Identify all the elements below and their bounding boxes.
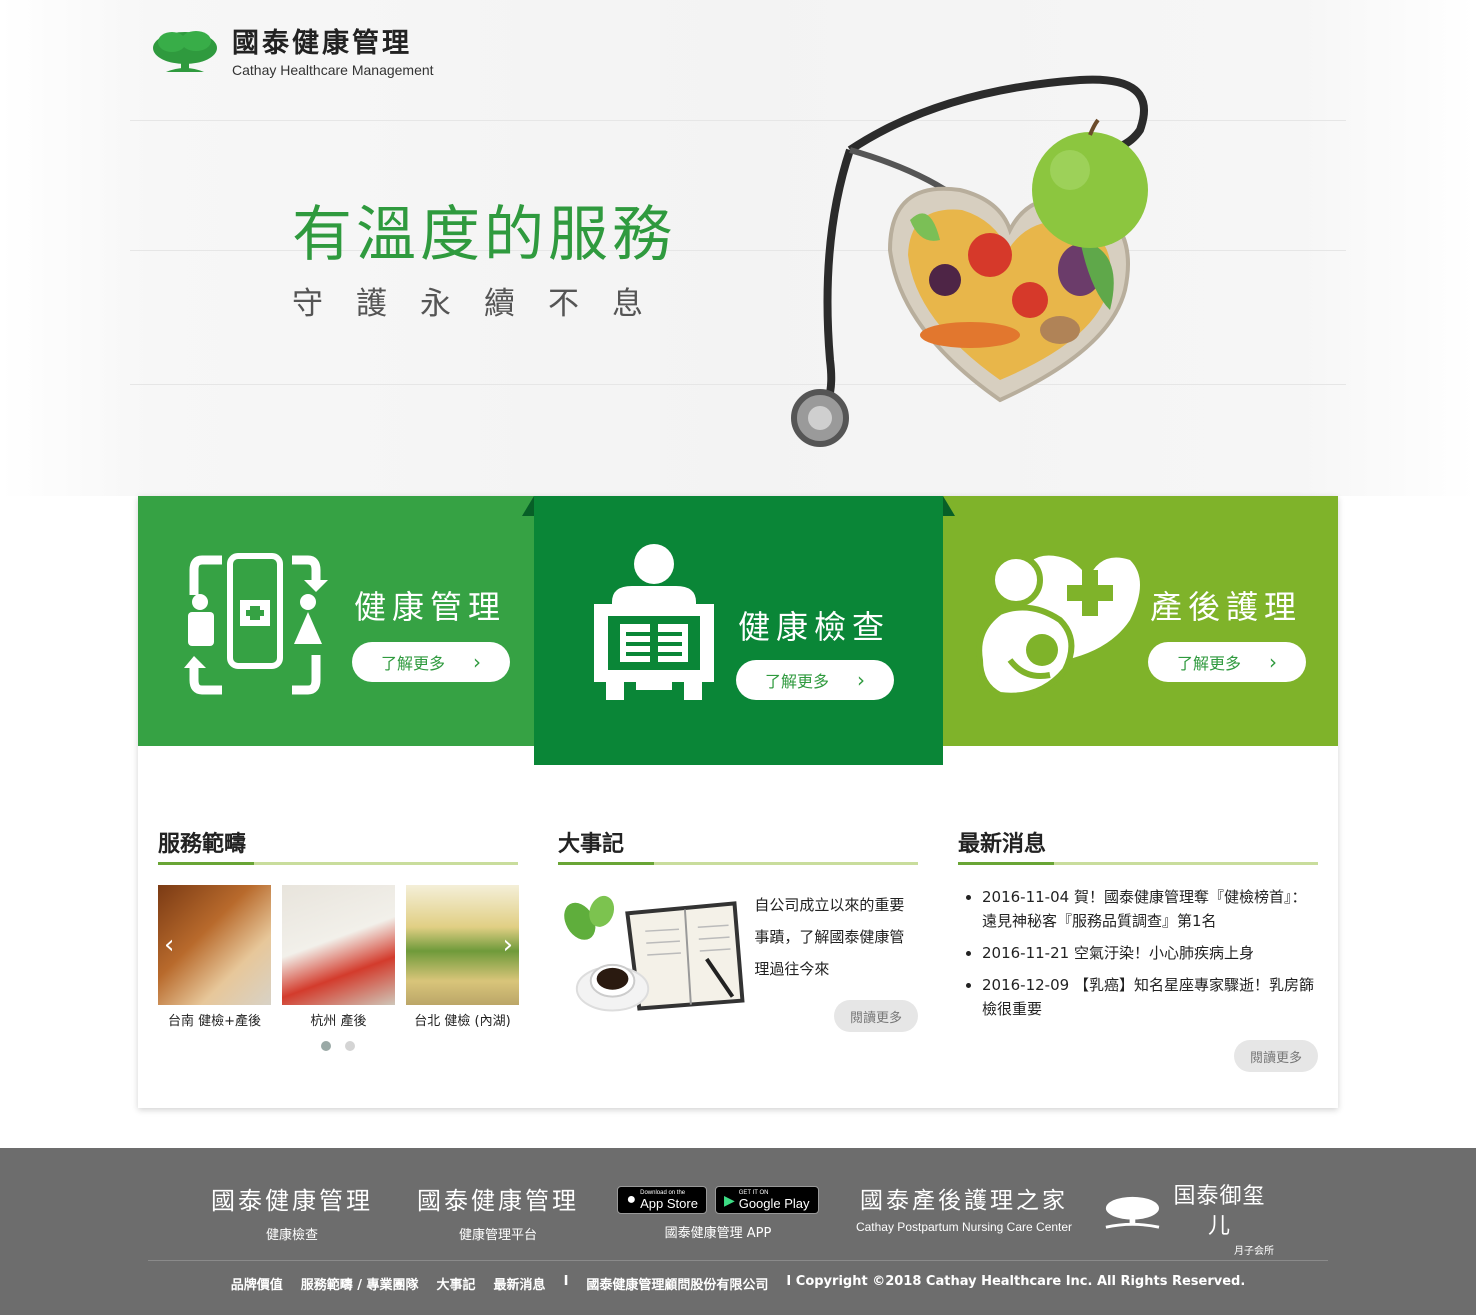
news-read-more-button[interactable]: 閱讀更多: [1234, 1040, 1318, 1072]
carousel-pagination: [158, 1041, 518, 1051]
site-logo[interactable]: 國泰健康管理 Cathay Healthcare Management: [152, 28, 434, 78]
tree-logo-icon: [153, 31, 217, 72]
carousel-dot[interactable]: [345, 1041, 355, 1051]
learn-more-button-health-check[interactable]: 了解更多 ›: [736, 660, 894, 700]
footer-link-brand-value[interactable]: 品牌價值: [231, 1274, 283, 1293]
section-underline: [958, 862, 1318, 865]
panel-postpartum-care[interactable]: 產後護理 了解更多 ›: [930, 496, 1338, 746]
panel-title: 健康檢查: [738, 608, 891, 646]
brand-name-english: Cathay Healthcare Management: [232, 62, 434, 78]
chevron-right-icon: ›: [473, 650, 481, 674]
carousel-next-icon[interactable]: ›: [503, 930, 513, 960]
location-photo: ›: [406, 885, 519, 1005]
carousel-prev-icon[interactable]: ‹: [164, 930, 174, 960]
hero-headline: 有溫度的服務: [292, 200, 676, 270]
news-list: 2016-11-04 賀！國泰健康管理奪『健檢榜首』：遠見神秘客『服務品質調查』…: [958, 885, 1318, 1021]
learn-more-button-postpartum[interactable]: 了解更多 ›: [1148, 642, 1306, 682]
news-item[interactable]: 2016-11-21 空氣汙染！小心肺疾病上身: [958, 941, 1318, 965]
events-section: 大事記 自公司成立以來的重要事蹟，了解國泰健康管理過往今來: [558, 826, 918, 1019]
news-section: 最新消息 2016-11-04 賀！國泰健康管理奪『健檢榜首』：遠見神秘客『服務…: [958, 826, 1318, 1029]
panel-title: 健康管理: [354, 588, 507, 626]
footer-links: 品牌價值 服務範疇 / 專業團隊 大事記 最新消息 I 國泰健康管理顧問股份有限…: [0, 1274, 1476, 1293]
footer-link-news[interactable]: 最新消息: [494, 1274, 546, 1293]
footer-link-events[interactable]: 大事記: [437, 1274, 476, 1293]
services-section: 服務範疇 ‹ 台南 健檢+產後 杭州 產後 › 台北 健檢 (內湖): [158, 826, 519, 1051]
footer-company-name: 國泰健康管理顧問股份有限公司: [586, 1278, 769, 1293]
hero-subline: 守護永續不息: [292, 286, 676, 322]
news-item[interactable]: 2016-12-09 【乳癌】知名星座專家驟逝！乳房篩檢很重要: [958, 973, 1318, 1021]
hero-tagline: 有溫度的服務 守護永續不息: [292, 198, 676, 323]
play-icon: ▶: [723, 1192, 735, 1208]
footer-copyright: I Copyright ©2018 Cathay Healthcare Inc.…: [786, 1274, 1246, 1289]
section-underline: [558, 862, 918, 865]
notebook-coffee-image: [564, 895, 745, 1012]
app-store-badge[interactable]: ● Download on the App Store: [617, 1186, 707, 1214]
section-heading: 最新消息: [958, 832, 1047, 857]
section-heading: 大事記: [558, 832, 625, 857]
footer-link-services-team[interactable]: 服務範疇 / 專業團隊: [301, 1274, 419, 1293]
footer-brand-yuxier[interactable]: 国泰御玺儿 月子会所: [1104, 1182, 1274, 1257]
section-underline: [158, 862, 518, 865]
panel-health-management[interactable]: 健康管理 了解更多 ›: [138, 496, 538, 746]
footer-separator: I: [563, 1274, 569, 1289]
brand-name: 國泰健康管理: [232, 28, 412, 59]
carousel-item[interactable]: ‹ 台南 健檢+產後: [158, 885, 271, 1029]
carousel-item[interactable]: › 台北 健檢 (內湖): [406, 885, 519, 1029]
footer-divider: [148, 1260, 1328, 1261]
section-heading: 服務範疇: [158, 832, 247, 857]
footer-brand-postpartum[interactable]: 國泰產後護理之家 Cathay Postpartum Nursing Care …: [846, 1186, 1082, 1234]
stethoscope-food-image: [791, 75, 1148, 447]
learn-more-button-health-management[interactable]: 了解更多 ›: [352, 642, 510, 682]
apple-icon: ●: [626, 1191, 637, 1208]
phone-health-icon: [184, 553, 328, 695]
location-carousel: ‹ 台南 健檢+產後 杭州 產後 › 台北 健檢 (內湖): [158, 885, 519, 1029]
footer-brand-health-check[interactable]: 國泰健康管理 健康檢查: [200, 1186, 384, 1243]
events-read-more-button[interactable]: 閱讀更多: [834, 1000, 918, 1032]
google-play-badge[interactable]: ▶ GET IT ON Google Play: [714, 1186, 819, 1214]
panel-health-check[interactable]: 健康檢查 了解更多 ›: [522, 496, 955, 765]
carousel-dot-active[interactable]: [321, 1041, 331, 1051]
chevron-right-icon: ›: [857, 668, 865, 692]
hero-banner: 國泰健康管理 Cathay Healthcare Management 有溫度的…: [0, 0, 1476, 496]
panel-title: 產後護理: [1150, 588, 1303, 626]
location-photo: [282, 885, 395, 1005]
footer-brand-health-platform[interactable]: 國泰健康管理 健康管理平台: [406, 1186, 590, 1243]
news-item[interactable]: 2016-11-04 賀！國泰健康管理奪『健檢榜首』：遠見神秘客『服務品質調查』…: [958, 885, 1318, 933]
site-footer: 國泰健康管理 健康檢查 國泰健康管理 健康管理平台 ● Download on …: [0, 1148, 1476, 1315]
mother-baby-icon: [976, 553, 1140, 699]
carousel-item[interactable]: 杭州 產後: [282, 885, 395, 1029]
tree-logo-icon: [1105, 1196, 1160, 1229]
footer-app-downloads: ● Download on the App Store ▶ GET IT ON Go…: [612, 1186, 824, 1241]
chevron-right-icon: ›: [1269, 650, 1277, 674]
location-photo: ‹: [158, 885, 271, 1005]
xray-icon: [594, 544, 714, 700]
